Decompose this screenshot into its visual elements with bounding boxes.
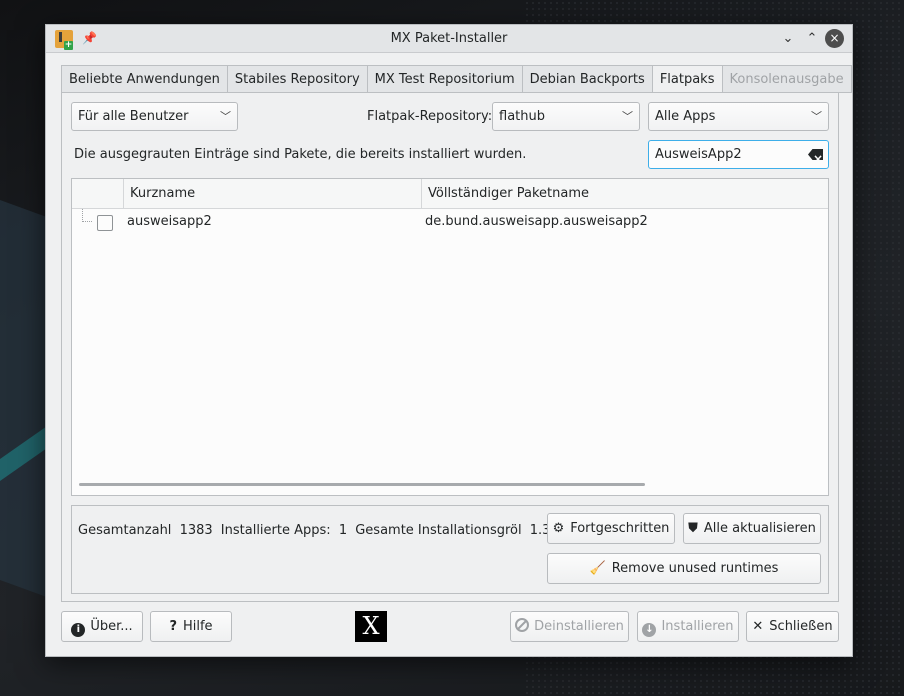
help-button[interactable]: ? Hilfe — [150, 611, 232, 642]
forbidden-icon — [515, 618, 530, 632]
advanced-button-label: Fortgeschritten — [570, 521, 670, 536]
installed-apps-value: 1 — [338, 523, 348, 538]
table-row[interactable]: ausweisapp2 de.bund.ausweisapp.ausweisap… — [72, 209, 828, 235]
close-window-button[interactable]: × — [825, 29, 844, 48]
close-button-label: Schließen — [769, 619, 833, 634]
install-button: ↓ Installieren — [637, 611, 739, 642]
total-count-label: Gesamtanzahl — [78, 523, 172, 538]
shield-icon: ⛊ — [688, 521, 698, 536]
title-bar[interactable]: 📌 MX Paket-Installer ⌄ ⌃ × — [46, 25, 852, 53]
total-count-value: 1383 — [179, 523, 213, 538]
user-scope-select[interactable]: Für alle Benutzer ﹀ — [71, 102, 238, 131]
tree-header: Kurzname Völlständiger Paketname — [72, 179, 828, 209]
stats-line: Gesamtanzahl 1383 Installierte Apps: 1 G… — [78, 523, 586, 538]
update-all-button-label: Alle aktualisieren — [703, 521, 816, 536]
help-button-label: Hilfe — [182, 619, 213, 634]
package-tree: Kurzname Völlständiger Paketname ausweis… — [71, 178, 829, 496]
column-header-short-name[interactable]: Kurzname — [124, 179, 422, 208]
remove-runtimes-button-label: Remove unused runtimes — [611, 561, 779, 576]
close-icon: ✕ — [752, 619, 764, 634]
installed-hint-text: Die ausgegrauten Einträge sind Pakete, d… — [74, 147, 527, 162]
info-icon: i — [71, 623, 86, 637]
package-full-name: de.bund.ausweisapp.ausweisapp2 — [425, 214, 648, 229]
apps-filter-select[interactable]: Alle Apps ﹀ — [648, 102, 829, 131]
installed-apps-label: Installierte Apps: — [220, 523, 331, 538]
download-icon: ↓ — [642, 623, 657, 637]
chevron-down-icon: ﹀ — [220, 110, 231, 123]
tab-popular-apps[interactable]: Beliebte Anwendungen — [61, 65, 227, 93]
mx-logo: X — [355, 611, 387, 642]
about-button-label: Über... — [90, 619, 133, 634]
close-button[interactable]: ✕ Schließen — [746, 611, 839, 642]
tab-flatpaks[interactable]: Flatpaks — [651, 65, 722, 93]
install-button-label: Installieren — [661, 619, 734, 634]
window-title: MX Paket-Installer — [390, 31, 508, 46]
clear-search-icon[interactable] — [808, 149, 823, 160]
main-window: 📌 MX Paket-Installer ⌄ ⌃ × Beliebte Anwe… — [45, 24, 853, 657]
minimize-button[interactable]: ⌄ — [778, 29, 798, 49]
uninstall-button-label: Deinstallieren — [534, 619, 624, 634]
install-size-label: Gesamte Installationsgröl — [355, 523, 522, 538]
tree-branch-line — [82, 209, 92, 222]
chevron-down-icon: ﹀ — [622, 110, 633, 123]
tab-mx-test-repo[interactable]: MX Test Repositorium — [366, 65, 522, 93]
chevron-down-icon: ﹀ — [811, 110, 822, 123]
column-header-full-name[interactable]: Völlständiger Paketname — [422, 179, 828, 208]
apps-filter-value: Alle Apps — [655, 109, 716, 124]
package-checkbox[interactable] — [97, 215, 113, 231]
remove-runtimes-button[interactable]: 🧹 Remove unused runtimes — [547, 553, 821, 584]
maximize-button[interactable]: ⌃ — [802, 29, 822, 49]
column-header-check[interactable] — [72, 179, 124, 208]
search-input[interactable]: AusweisApp2 — [648, 140, 829, 169]
search-input-value: AusweisApp2 — [655, 147, 742, 162]
tab-console-output: Konsolenausgabe — [721, 65, 852, 93]
question-icon: ? — [169, 619, 177, 634]
flatpak-repo-label: Flatpak-Repository: — [367, 109, 493, 124]
gear-icon: ⚙ — [552, 521, 565, 536]
about-button[interactable]: i Über... — [61, 611, 143, 642]
tab-bar: Beliebte Anwendungen Stabiles Repository… — [61, 65, 852, 93]
update-all-button[interactable]: ⛊ Alle aktualisieren — [683, 513, 821, 544]
user-scope-value: Für alle Benutzer — [78, 109, 189, 124]
tab-debian-backports[interactable]: Debian Backports — [521, 65, 652, 93]
package-short-name: ausweisapp2 — [127, 214, 212, 229]
tab-stable-repo[interactable]: Stabiles Repository — [226, 65, 367, 93]
broom-icon: 🧹 — [589, 561, 606, 576]
advanced-button[interactable]: ⚙ Fortgeschritten — [547, 513, 675, 544]
uninstall-button: Deinstallieren — [510, 611, 629, 642]
horizontal-scrollbar[interactable] — [79, 483, 645, 486]
flatpak-repo-select[interactable]: flathub ﹀ — [492, 102, 640, 131]
flatpak-panel: Für alle Benutzer ﹀ Flatpak-Repository: … — [61, 92, 839, 602]
stats-box: Gesamtanzahl 1383 Installierte Apps: 1 G… — [71, 505, 829, 594]
flatpak-repo-value: flathub — [499, 109, 545, 124]
